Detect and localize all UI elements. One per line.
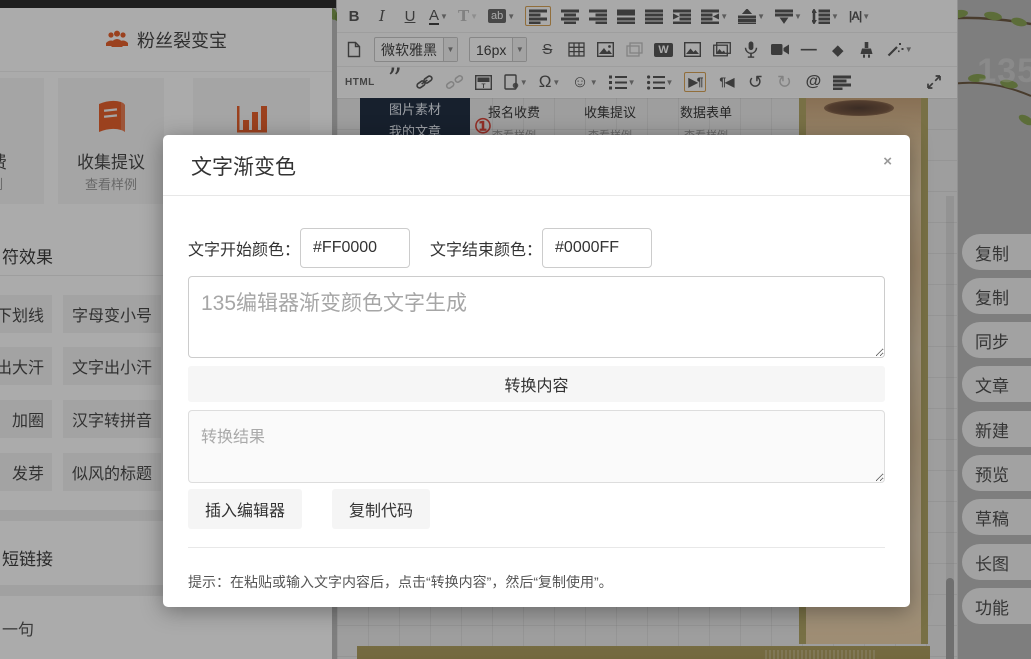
dialog-header: 文字渐变色 × [163,135,910,196]
convert-button[interactable]: 转换内容 [188,366,885,402]
app-root: 135 粉丝裂变宝 收费 样例 收集提议 查看样例 符效果 下划线字母变小号出大… [0,0,1031,659]
start-color-label: 文字开始颜色： [188,236,300,260]
result-output[interactable] [188,410,885,483]
text-gradient-dialog: 文字渐变色 × 文字开始颜色： 文字结束颜色： 转换内容 插入编辑器 复制代码 … [163,135,910,607]
insert-editor-button[interactable]: 插入编辑器 [188,489,302,529]
source-text-input[interactable] [188,276,885,358]
dialog-actions: 插入编辑器 复制代码 [188,489,885,529]
start-color-input[interactable] [300,228,410,268]
close-icon[interactable]: × [883,153,892,170]
end-color-input[interactable] [542,228,652,268]
dialog-body: 文字开始颜色： 文字结束颜色： 转换内容 插入编辑器 复制代码 提示：在粘贴或输… [188,196,885,592]
end-color-label: 文字结束颜色： [430,236,542,260]
dialog-hint: 提示：在粘贴或输入文字内容后，点击“转换内容”，然后“复制使用”。 [188,572,885,592]
copy-code-button[interactable]: 复制代码 [332,489,430,529]
dialog-title: 文字渐变色 [191,151,296,181]
color-inputs-row: 文字开始颜色： 文字结束颜色： [188,228,885,268]
divider [188,547,885,548]
